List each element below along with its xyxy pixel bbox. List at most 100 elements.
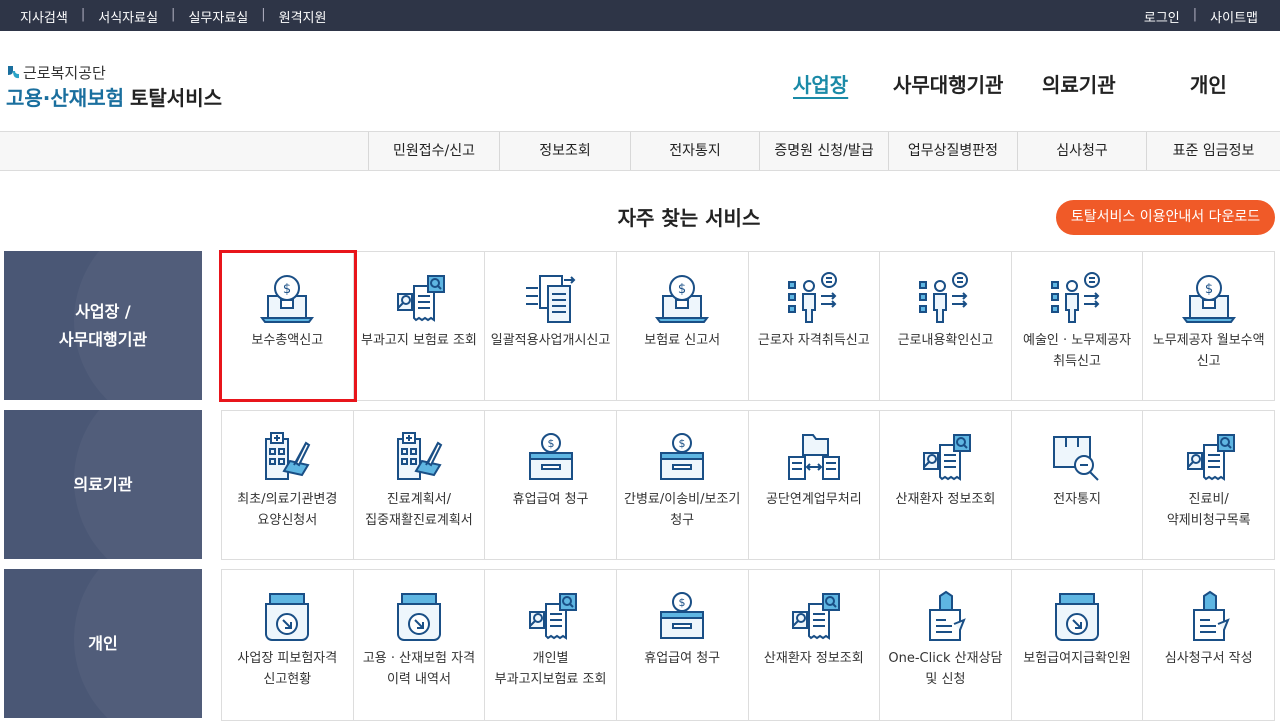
service-tile[interactable]: 고용 · 산재보험 자격 이력 내역서 [354, 570, 486, 720]
submenu-enotice[interactable]: 전자통지 [630, 132, 759, 170]
link-separator: | [1192, 7, 1198, 22]
document-search-icon [518, 584, 584, 650]
link-separator: | [261, 7, 266, 22]
site-title[interactable]: 고용·산재보험 토탈서비스 [6, 82, 222, 111]
service-label: 진료계획서/집중재활진료계획서 [365, 492, 473, 528]
service-tile[interactable]: One-Click 산재상담 및 신청 [880, 570, 1012, 720]
money-bulb-laptop-icon: $ [649, 266, 715, 332]
utility-bar: 지사검색 | 서식자료실 | 실무자료실 | 원격지원 로그인 | 사이트맵 [0, 0, 1280, 31]
service-label: 산재환자 정보조회 [895, 492, 996, 507]
service-label: 예술인 · 노무제공자 취득신고 [1023, 333, 1132, 369]
service-label: 전자통지 [1053, 492, 1101, 507]
category-workplace: 사업장 / 사무대행기관 [4, 251, 202, 400]
service-label: 최초/의료기관변경 요양신청서 [237, 492, 338, 528]
utility-link[interactable]: 지사검색 [20, 7, 68, 26]
service-label: 부과고지 보험료 조회 [360, 333, 477, 348]
link-separator: | [80, 7, 86, 22]
svg-text:$: $ [679, 437, 686, 450]
service-tile[interactable]: 진료계획서/집중재활진료계획서 [354, 411, 486, 559]
highlight-box [219, 250, 357, 402]
service-label: 공단연계업무처리 [765, 492, 862, 507]
service-tile[interactable]: 부과고지 보험료 조회 [354, 252, 486, 400]
submenu-info[interactable]: 정보조회 [499, 132, 630, 170]
document-search-icon [386, 266, 452, 332]
nav-individual[interactable]: 개인 [1190, 69, 1227, 98]
service-tile[interactable]: 근로자 자격취득신고 [749, 252, 881, 400]
service-label: 진료비/약제비청구목록 [1166, 492, 1251, 528]
tray-arrow-icon [1044, 584, 1110, 650]
utility-links-left: 지사검색 | 서식자료실 | 실무자료실 | 원격지원 [20, 7, 326, 26]
submenu-review[interactable]: 심사청구 [1017, 132, 1146, 170]
service-label: 보험급여지급확인원 [1023, 651, 1131, 666]
service-tile[interactable]: $ 간병료/이송비/보조기 청구 [617, 411, 749, 559]
service-label: 일괄적용사업개시신고 [490, 333, 611, 348]
service-label: 심사청구서 작성 [1164, 651, 1253, 666]
comwel-logo-icon [8, 66, 19, 79]
service-tile[interactable]: 산재환자 정보조회 [749, 570, 881, 720]
service-tile[interactable]: 보험급여지급확인원 [1012, 570, 1144, 720]
account-link[interactable]: 사이트맵 [1210, 7, 1258, 26]
utility-link[interactable]: 원격지원 [279, 7, 327, 26]
service-label: 개인별 부과고지보험료 조회 [494, 651, 607, 687]
money-bulb-laptop-icon: $ [1176, 266, 1242, 332]
person-checklist-icon [781, 266, 847, 332]
sub-menu-bar: 민원접수/신고 정보조회 전자통지 증명원 신청/발급 업무상질병판정 심사청구… [0, 131, 1280, 171]
money-box-icon: $ [649, 584, 715, 650]
service-label: 고용 · 산재보험 자격 이력 내역서 [362, 651, 476, 687]
money-box-icon: $ [518, 425, 584, 491]
person-checklist-icon [1044, 266, 1110, 332]
category-line: 의료기관 [73, 474, 133, 494]
submenu-civil[interactable]: 민원접수/신고 [368, 132, 499, 170]
svg-text:$: $ [547, 437, 554, 450]
service-tile[interactable]: 심사청구서 작성 [1143, 570, 1275, 720]
service-tile[interactable]: 전자통지 [1012, 411, 1144, 559]
service-tile[interactable]: $ 휴업급여 청구 [485, 411, 617, 559]
service-label: 산재환자 정보조회 [763, 651, 864, 666]
submenu-disease[interactable]: 업무상질병판정 [888, 132, 1017, 170]
service-label: 노무제공자 월보수액 신고 [1152, 333, 1265, 369]
utility-link[interactable]: 실무자료실 [188, 7, 248, 26]
service-tile[interactable]: 예술인 · 노무제공자 취득신고 [1012, 252, 1144, 400]
service-tile[interactable]: 근로내용확인신고 [880, 252, 1012, 400]
service-tile[interactable]: 사업장 피보험자격 신고현황 [222, 570, 354, 720]
guide-download-button[interactable]: 토탈서비스 이용안내서 다운로드 [1056, 200, 1275, 235]
category-line: 사무대행기관 [58, 329, 148, 349]
person-checklist-icon [912, 266, 978, 332]
account-link[interactable]: 로그인 [1144, 7, 1180, 26]
service-label: 근로내용확인신고 [897, 333, 994, 348]
service-tile[interactable]: 개인별 부과고지보험료 조회 [485, 570, 617, 720]
document-search-icon [781, 584, 847, 650]
service-label: 보험료 신고서 [644, 333, 721, 348]
documents-transfer-icon [518, 266, 584, 332]
service-tile[interactable]: 일괄적용사업개시신고 [485, 252, 617, 400]
tray-arrow-icon [386, 584, 452, 650]
service-tile[interactable]: 공단연계업무처리 [749, 411, 881, 559]
service-tile[interactable]: 최초/의료기관변경 요양신청서 [222, 411, 354, 559]
nav-medical[interactable]: 의료기관 [1042, 69, 1116, 98]
svg-text:$: $ [678, 282, 686, 297]
pen-document-icon [1176, 584, 1242, 650]
service-row-workplace: $ 보수총액신고 부과고지 보험료 조회 일괄적용사업개시신고 $ 보험료 신고서 … [221, 251, 1275, 401]
box-search-icon [1044, 425, 1110, 491]
svg-text:$: $ [679, 596, 686, 609]
service-tile[interactable]: 산재환자 정보조회 [880, 411, 1012, 559]
folder-exchange-icon [781, 425, 847, 491]
service-tile[interactable]: $ 휴업급여 청구 [617, 570, 749, 720]
service-row-individual: 사업장 피보험자격 신고현황 고용 · 산재보험 자격 이력 내역서 개인별 부… [221, 569, 1275, 721]
service-tile[interactable]: $ 보험료 신고서 [617, 252, 749, 400]
submenu-certificate[interactable]: 증명원 신청/발급 [759, 132, 888, 170]
document-search-icon [1176, 425, 1242, 491]
utility-link[interactable]: 서식자료실 [98, 7, 158, 26]
category-medical: 의료기관 [4, 410, 202, 559]
nav-agency[interactable]: 사무대행기관 [893, 69, 1003, 98]
pen-document-icon [912, 584, 978, 650]
service-tile[interactable]: 진료비/약제비청구목록 [1143, 411, 1275, 559]
nav-workplace[interactable]: 사업장 [793, 69, 848, 98]
document-search-icon [912, 425, 978, 491]
org-logo[interactable]: 근로복지공단 [6, 62, 106, 83]
service-tile[interactable]: $ 노무제공자 월보수액 신고 [1143, 252, 1275, 400]
service-label: 근로자 자격취득신고 [757, 333, 870, 348]
service-label: 휴업급여 청구 [512, 492, 589, 507]
service-label: One-Click 산재상담 및 신청 [888, 651, 1003, 687]
submenu-wage[interactable]: 표준 임금정보 [1146, 132, 1280, 170]
